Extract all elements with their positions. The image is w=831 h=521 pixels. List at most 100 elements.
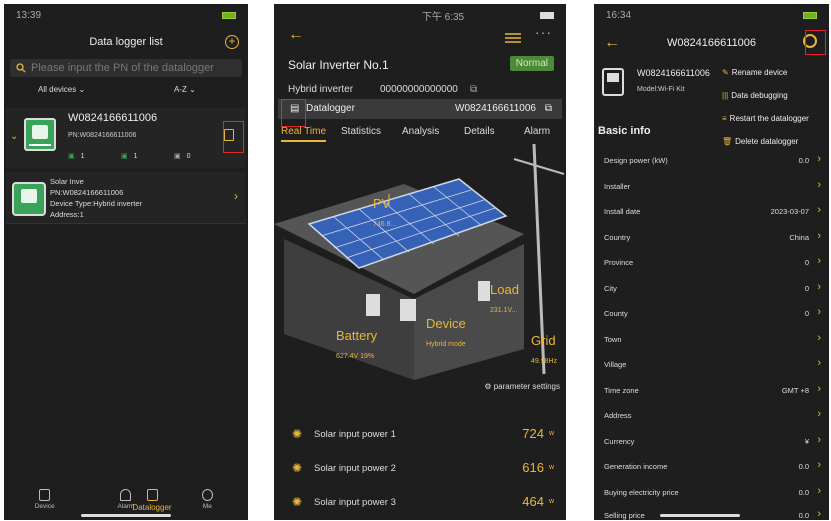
device-label: Device <box>426 316 466 331</box>
search-bar[interactable] <box>10 59 242 77</box>
field-row[interactable]: Time zone GMT +8 › <box>604 382 821 402</box>
battery-icon <box>222 11 236 19</box>
chevron-right-icon: › <box>817 204 821 216</box>
field-row[interactable]: Address › <box>604 407 821 427</box>
chevron-right-icon: › <box>817 230 821 242</box>
datalogger-settings-screen: 16:34 ← W0824166611006 W0824166611006 Mo… <box>594 4 829 520</box>
chevron-right-icon: › <box>817 179 821 191</box>
device-type: Device Type:Hybrid inverter <box>50 199 142 208</box>
back-arrow-icon[interactable]: ← <box>288 26 304 44</box>
battery-icon <box>803 11 817 19</box>
gear-icon: ⚙ <box>484 382 492 391</box>
chevron-down-icon[interactable]: ⌄ <box>10 131 18 142</box>
sun-icon: ✺ <box>292 495 303 509</box>
page-title: W0824166611006 <box>666 37 757 49</box>
bottom-tab-bar: Device Datalogger Alarm Me <box>4 489 248 512</box>
grid-label: Grid <box>531 333 556 348</box>
tab-analysis[interactable]: Analysis <box>402 126 439 137</box>
field-row[interactable]: County 0 › <box>604 305 821 325</box>
pv-label: PV <box>373 196 391 211</box>
tab-real-time[interactable]: Real Time <box>281 126 327 142</box>
device-name: Solar Inve <box>50 177 84 186</box>
status-time: 16:34 <box>606 9 632 21</box>
parameter-settings-link[interactable]: ⚙ parameter settings <box>484 382 560 391</box>
device-icon: ▣ <box>68 153 75 160</box>
status-bar: 13:39 <box>4 4 248 26</box>
datalogger-thumbnail <box>24 118 56 151</box>
battery-box <box>366 294 380 316</box>
field-row[interactable]: Town › <box>604 331 821 351</box>
home-indicator <box>659 514 740 517</box>
online-icon: ▣ <box>121 153 128 160</box>
power-row: ✺ Solar input power 1 724 w <box>292 426 554 441</box>
power-row: ✺ Solar input power 3 464 w <box>292 494 554 509</box>
inverter-box <box>400 299 416 321</box>
chevron-right-icon[interactable]: › <box>234 189 238 203</box>
device-mode: Hybrid mode <box>426 341 466 348</box>
field-row[interactable]: Country China › <box>604 229 821 249</box>
chevron-right-icon: › <box>817 306 821 318</box>
field-row[interactable]: Install date 2023-03-07 › <box>604 203 821 223</box>
energy-flow-scene: PV 746.8... Load 231.1V... Battery 627.4… <box>274 144 565 380</box>
restart-datalogger-button[interactable]: ≡ Restart the datalogger <box>722 114 809 123</box>
restart-icon: ≡ <box>722 114 727 123</box>
device-address: Address:1 <box>50 210 84 219</box>
tab-datalogger[interactable]: Datalogger <box>132 489 172 512</box>
tab-statistics[interactable]: Statistics <box>341 126 381 137</box>
status-bar: 16:34 <box>594 4 829 26</box>
highlight-box <box>805 30 826 55</box>
status-bar: 下午 6:35 <box>274 4 566 26</box>
debug-icon: ||| <box>722 91 729 100</box>
tab-me[interactable]: Me <box>187 489 227 510</box>
add-datalogger-button[interactable]: + <box>225 35 239 49</box>
copy-icon[interactable]: ⧉ <box>470 84 477 95</box>
device-tab-icon <box>39 489 51 501</box>
stat-online: ▣ 1 <box>121 153 138 160</box>
search-input[interactable] <box>31 62 236 74</box>
more-icon[interactable]: ··· <box>535 24 552 40</box>
chevron-right-icon: › <box>817 459 821 471</box>
sort-dropdown[interactable]: A-Z ⌄ <box>174 85 196 94</box>
hybrid-label: Hybrid inverter <box>288 84 354 95</box>
tab-device[interactable]: Device <box>25 489 65 510</box>
trash-icon: 🗑 <box>722 137 733 146</box>
sun-icon: ✺ <box>292 427 303 441</box>
load-box <box>478 281 490 301</box>
field-row[interactable]: City 0 › <box>604 280 821 300</box>
inverter-detail-screen: 下午 6:35 ← ··· Solar Inverter No.1 Normal… <box>274 4 566 520</box>
settings-sliders-icon[interactable] <box>505 32 521 44</box>
tab-alarm[interactable]: Alarm <box>524 126 550 137</box>
home-indicator <box>81 514 171 517</box>
chevron-right-icon: › <box>817 357 821 369</box>
field-row[interactable]: Installer › <box>604 178 821 198</box>
datalogger-device-icon <box>602 68 624 96</box>
hybrid-sn: 00000000000000 <box>380 84 458 95</box>
field-row[interactable]: Buying electricity price 0.0 › <box>604 484 821 504</box>
highlight-box <box>281 99 306 127</box>
device-pn: PN:W0824166611006 <box>50 188 124 197</box>
data-debugging-button[interactable]: ||| Data debugging <box>722 91 788 100</box>
field-row[interactable]: Generation income 0.0 › <box>604 458 821 478</box>
field-row[interactable]: Currency ¥ › <box>604 433 821 453</box>
field-row[interactable]: Design power (kW) 0.0 › <box>604 152 821 172</box>
delete-datalogger-button[interactable]: 🗑 Delete datalogger <box>722 137 798 146</box>
device-list-item[interactable]: Solar Inve PN:W0824166611006 Device Type… <box>6 172 246 224</box>
status-time: 13:39 <box>16 9 42 21</box>
field-row[interactable]: Village › <box>604 356 821 376</box>
filter-devices-dropdown[interactable]: All devices ⌄ <box>38 85 85 94</box>
datalogger-row[interactable]: ▤ Datalogger W0824166611006 ⧉ <box>278 99 562 119</box>
datalogger-stats: ▣ 1 ▣ 1 ▣ 0 <box>68 152 227 160</box>
chevron-right-icon: › <box>817 153 821 165</box>
tab-details[interactable]: Details <box>464 126 495 137</box>
copy-icon[interactable]: ⧉ <box>545 103 552 114</box>
field-row[interactable]: Province 0 › <box>604 254 821 274</box>
pv-value: 746.8... <box>373 221 396 228</box>
chevron-right-icon: › <box>817 408 821 420</box>
datalogger-sn: W0824166611006 <box>455 103 536 114</box>
datalogger-card[interactable]: ⌄ W0824166611006 PN:W0824166611006 ▣ 1 ▣ 1… <box>6 108 246 168</box>
device-model: Model:Wi-Fi Kit <box>637 86 685 93</box>
status-icons <box>222 11 236 19</box>
stat-offline: ▣ 0 <box>174 153 191 160</box>
rename-device-button[interactable]: ✎ Rename device <box>722 68 787 77</box>
status-time: 下午 6:35 <box>421 11 465 23</box>
